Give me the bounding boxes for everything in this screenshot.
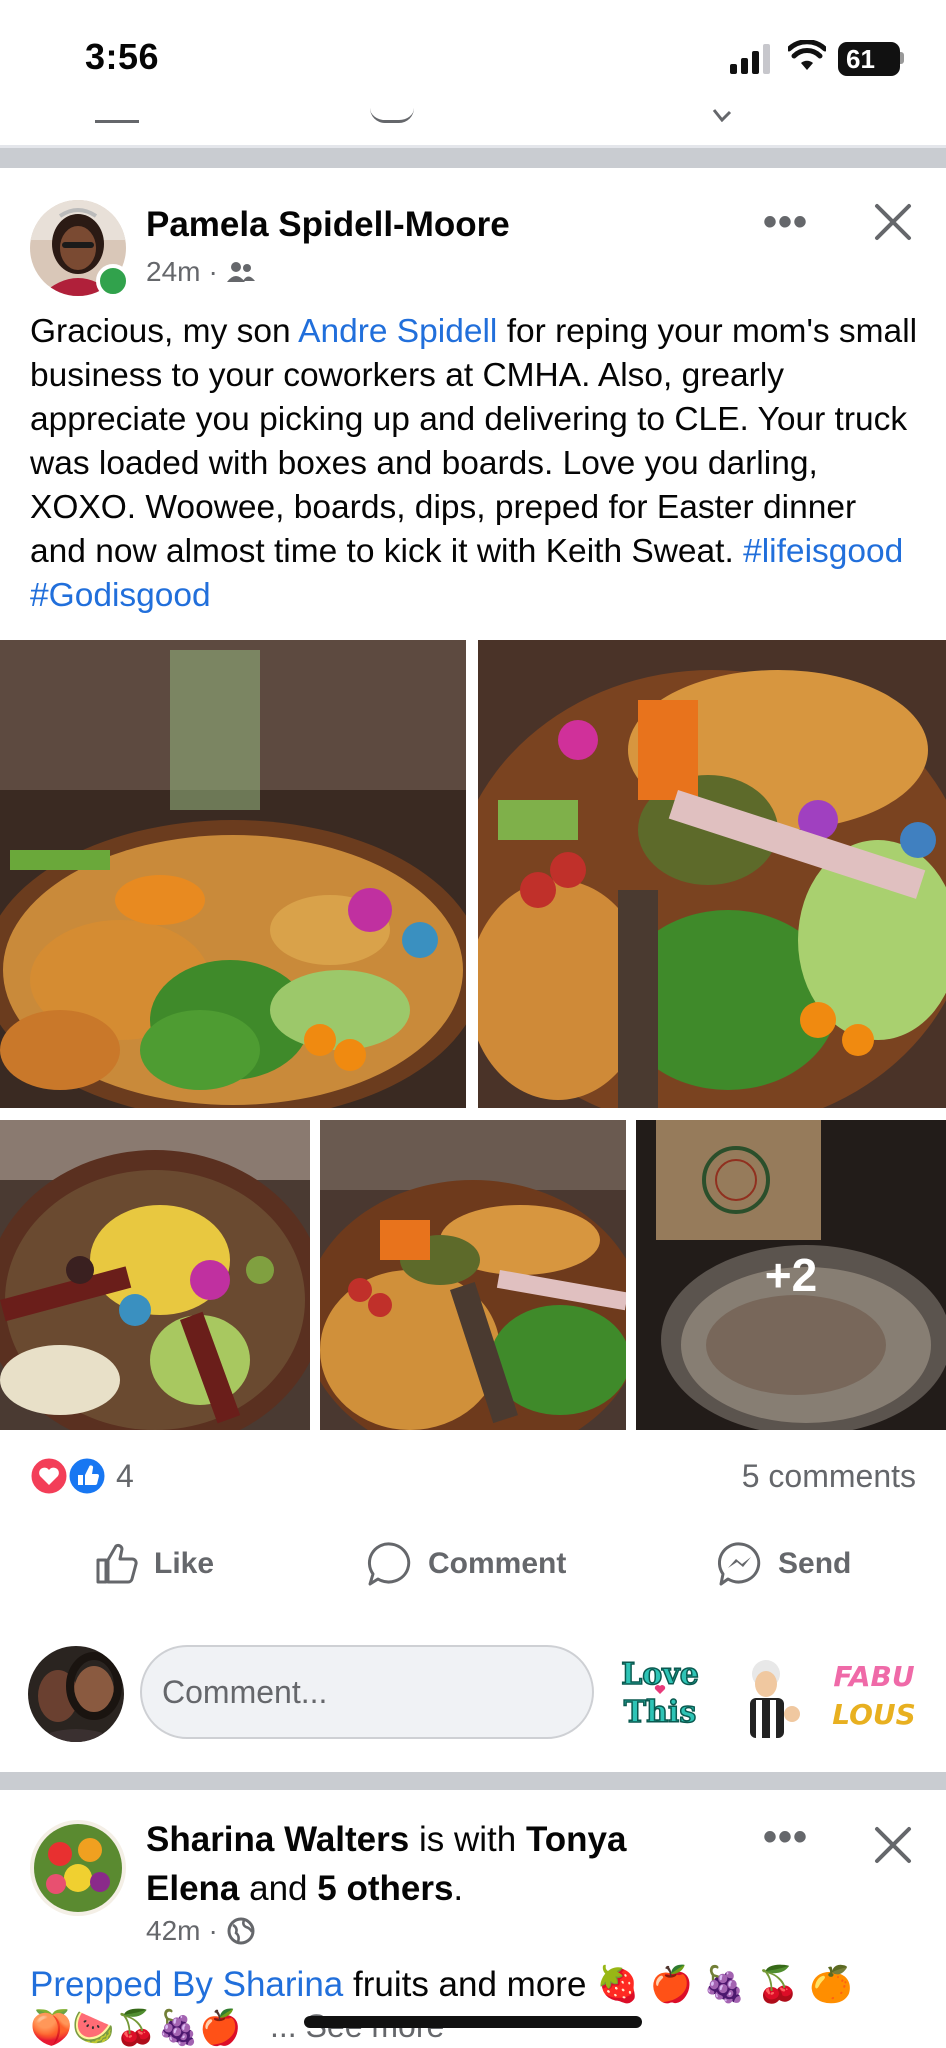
tagged-others[interactable]: 5 others [317, 1869, 453, 1908]
current-user-avatar[interactable] [28, 1646, 124, 1742]
hashtag-link[interactable]: #lifeisgood [743, 533, 903, 570]
send-button[interactable]: Send [716, 1540, 851, 1588]
like-icon [96, 1543, 138, 1584]
like-label: Like [154, 1547, 215, 1580]
comment-button[interactable]: Comment [366, 1540, 566, 1588]
wifi-icon [788, 40, 826, 70]
post-text-part: for reping your mom's small business to … [30, 313, 918, 570]
photo-1[interactable] [0, 640, 466, 1108]
send-label: Send [778, 1547, 852, 1580]
peek-send-icon [710, 108, 750, 123]
comment-placeholder: Comment... [162, 1673, 328, 1710]
post-time[interactable]: 24m [146, 256, 200, 288]
more-options-button[interactable]: ••• [763, 200, 808, 245]
svg-text:FABU: FABU [833, 1660, 915, 1693]
feed-divider [0, 1772, 946, 1790]
hashtag-link[interactable]: #Godisgood [30, 577, 211, 614]
next-post-text: Prepped By Sharina fruits and more 🍓 🍎 🍇… [30, 1964, 853, 2005]
online-status-dot [96, 264, 130, 298]
meta-separator: · [208, 1915, 218, 1946]
author-name[interactable]: Pamela Spidell-Moore [146, 205, 510, 245]
post-text-part: Gracious, my son [30, 313, 299, 350]
emoji-row: 🍑🍉🍒🍇🍎 [30, 2009, 242, 2047]
next-author-avatar[interactable] [30, 1820, 126, 1916]
love-this-sticker[interactable]: Love This [616, 1650, 704, 1731]
signal-icon [730, 44, 770, 74]
with-text: is with [418, 1820, 517, 1859]
avatar-sticker[interactable] [736, 1656, 806, 1740]
mention-link[interactable]: Andre Spidell [298, 313, 497, 350]
peek-comment-icon [370, 108, 414, 123]
peek-like-icon [95, 108, 139, 123]
next-author-name[interactable]: Sharina Walters [146, 1820, 409, 1859]
comment-input[interactable]: Comment... [140, 1645, 594, 1739]
svg-text:LOUS: LOUS [832, 1698, 916, 1731]
comment-label: Comment [428, 1547, 567, 1580]
messenger-icon [717, 1542, 761, 1586]
next-post-time[interactable]: 42m [146, 1915, 200, 1947]
post-text: Gracious, my son Andre Spidell for repin… [30, 310, 920, 618]
next-post-meta: 42m · [146, 1915, 256, 1947]
battery-cap [900, 52, 904, 64]
reaction-count[interactable]: 4 [116, 1458, 134, 1495]
reaction-icons[interactable] [28, 1455, 108, 1497]
photo-4[interactable] [320, 1120, 626, 1430]
friends-icon [226, 262, 255, 282]
feed-divider [0, 148, 946, 168]
battery-level: 61 [846, 43, 875, 74]
home-indicator[interactable] [304, 2016, 642, 2028]
and-text: and [249, 1869, 308, 1908]
post-meta: 24m · [146, 256, 256, 288]
next-close-icon[interactable] [873, 1825, 913, 1865]
svg-text:This: This [624, 1695, 696, 1730]
status-time: 3:56 [85, 36, 160, 77]
photo-3[interactable] [0, 1120, 310, 1430]
photo-2[interactable] [478, 640, 946, 1108]
page-link[interactable]: Prepped By Sharina [30, 1965, 343, 2004]
meta-separator: · [208, 256, 218, 287]
more-photos-overlay[interactable]: +2 [636, 1120, 946, 1430]
battery-icon: 61 [838, 42, 900, 76]
fabulous-sticker[interactable]: FABU LOUS [832, 1650, 916, 1734]
next-post-body: fruits and more 🍓 🍎 🍇 🍒 🍊 [343, 1965, 853, 2004]
comment-icon [367, 1542, 411, 1586]
like-button[interactable]: Like [92, 1540, 214, 1588]
close-icon[interactable] [873, 202, 913, 242]
next-more-options-button[interactable]: ••• [763, 1815, 808, 1860]
globe-icon [227, 1917, 255, 1945]
next-post-header: Sharina Walters is with Tonya Elena and … [146, 1820, 627, 1908]
comments-count[interactable]: 5 comments [742, 1458, 916, 1495]
